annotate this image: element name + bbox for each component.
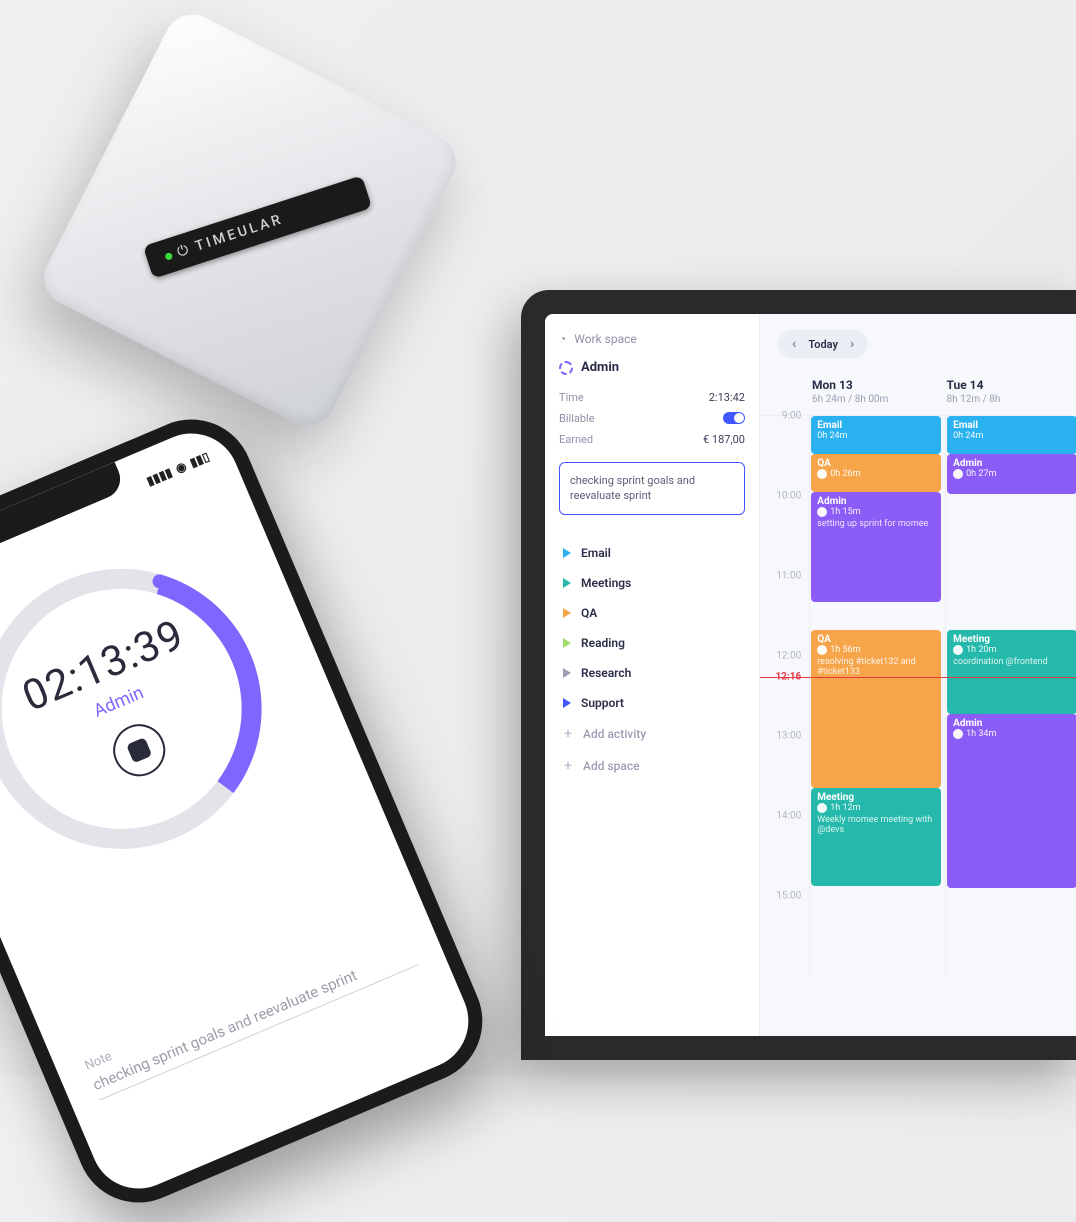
time-tick: 14:00 bbox=[776, 811, 801, 822]
note-label: Note bbox=[83, 925, 407, 1074]
stat-earned-label: Earned bbox=[559, 433, 593, 446]
calendar-event[interactable]: Admin$0h 27m bbox=[947, 454, 1076, 494]
day-header: Tue 148h 12m / 8h bbox=[947, 378, 1076, 415]
add-activity-button[interactable]: +Add activity bbox=[559, 719, 745, 749]
activity-item[interactable]: Reading bbox=[559, 629, 745, 657]
power-icon: ⏻ bbox=[175, 242, 190, 261]
current-activity-title[interactable]: Admin bbox=[559, 360, 745, 375]
activity-item[interactable]: QA bbox=[559, 599, 745, 627]
day-header: Mon 136h 24m / 8h 00m bbox=[812, 378, 947, 415]
battery-icon: ▮▮▯ bbox=[188, 449, 212, 470]
next-day-button[interactable]: › bbox=[850, 336, 854, 352]
note-input[interactable]: checking sprint goals and reevaluate spr… bbox=[559, 462, 745, 515]
billable-icon: $ bbox=[817, 507, 827, 517]
phone-mockup: 15:37 ⚡ ▮▮▮▮ ◉ ▮▮▯ 02:13:39 Admin bbox=[0, 400, 502, 1222]
signal-icon: ▮▮▮▮ bbox=[144, 465, 174, 488]
stat-earned-value: € 187,00 bbox=[703, 433, 745, 446]
calendar-event[interactable]: QA$0h 26m bbox=[811, 454, 941, 492]
play-icon bbox=[563, 668, 571, 678]
stop-button[interactable] bbox=[105, 716, 173, 784]
billable-icon: $ bbox=[953, 469, 963, 479]
note-text[interactable]: checking sprint goals and reevaluate spr… bbox=[90, 942, 418, 1100]
time-tick: 13:00 bbox=[776, 731, 801, 742]
phone-status-icons: ▮▮▮▮ ◉ ▮▮▯ bbox=[144, 447, 212, 490]
activity-item[interactable]: Email bbox=[559, 539, 745, 567]
time-tick: 11:00 bbox=[776, 571, 801, 582]
calendar-event[interactable]: QA$1h 56mresolving #ticket132 and #ticke… bbox=[811, 630, 941, 788]
calendar-event[interactable]: Admin$1h 15msetting up sprint for momee bbox=[811, 492, 941, 602]
play-icon bbox=[563, 638, 571, 648]
calendar-event[interactable]: Meeting$1h 12mWeekly momee meeting with … bbox=[811, 788, 941, 886]
stat-time-label: Time bbox=[559, 391, 584, 404]
calendar-view: ‹ Today › Mon 136h 24m / 8h 00mTue 148h … bbox=[760, 314, 1076, 1036]
laptop-mockup: ◔ Work space Admin Time 2:13:42 Billable… bbox=[521, 290, 1076, 1060]
play-icon bbox=[563, 698, 571, 708]
clock-icon: ◔ bbox=[559, 332, 566, 346]
plus-icon: + bbox=[563, 726, 573, 742]
workspace-label[interactable]: Work space bbox=[574, 332, 637, 346]
tracker-led-icon bbox=[164, 251, 173, 260]
day-column[interactable]: Email0h 24mAdmin$0h 27m Meeting$1h 20mcoo… bbox=[945, 416, 1076, 975]
calendar-event[interactable]: Meeting$1h 20mcoordination @frontend bbox=[947, 630, 1076, 714]
play-icon bbox=[563, 548, 571, 558]
billable-icon: $ bbox=[817, 645, 827, 655]
billable-icon: $ bbox=[817, 803, 827, 813]
stat-time-value: 2:13:42 bbox=[709, 391, 745, 404]
stat-billable-label: Billable bbox=[559, 412, 595, 425]
add-space-button[interactable]: +Add space bbox=[559, 751, 745, 781]
calendar-event[interactable]: Admin$1h 34m bbox=[947, 714, 1076, 888]
activity-item[interactable]: Research bbox=[559, 659, 745, 687]
timer-progress-ring: 02:13:39 Admin bbox=[0, 534, 296, 884]
billable-toggle[interactable] bbox=[723, 412, 745, 424]
activity-panel: ◔ Work space Admin Time 2:13:42 Billable… bbox=[545, 314, 760, 1036]
time-tick: 15:00 bbox=[776, 891, 801, 902]
today-label[interactable]: Today bbox=[808, 338, 838, 351]
calendar-event[interactable]: Email0h 24m bbox=[811, 416, 941, 454]
activity-item[interactable]: Support bbox=[559, 689, 745, 717]
billable-icon: $ bbox=[953, 645, 963, 655]
play-icon bbox=[563, 608, 571, 618]
time-tick: 9:00 bbox=[782, 411, 801, 422]
plus-icon: + bbox=[563, 758, 573, 774]
billable-icon: $ bbox=[953, 729, 963, 739]
activity-color-dot bbox=[559, 361, 573, 375]
date-range-control: ‹ Today › bbox=[778, 330, 868, 358]
time-tick: 10:00 bbox=[776, 491, 801, 502]
current-time-line bbox=[760, 677, 1076, 678]
activity-item[interactable]: Meetings bbox=[559, 569, 745, 597]
billable-icon: $ bbox=[817, 469, 827, 479]
play-icon bbox=[563, 578, 571, 588]
timeular-tracker-device: ⏻ TIMEULAR bbox=[11, 0, 490, 459]
calendar-event[interactable]: Email0h 24m bbox=[947, 416, 1076, 454]
prev-day-button[interactable]: ‹ bbox=[792, 336, 796, 352]
day-column[interactable]: Email0h 24mQA$0h 26mAdmin$1h 15msetting … bbox=[809, 416, 945, 975]
time-tick: 12:00 bbox=[776, 651, 801, 662]
wifi-icon: ◉ bbox=[173, 459, 188, 476]
